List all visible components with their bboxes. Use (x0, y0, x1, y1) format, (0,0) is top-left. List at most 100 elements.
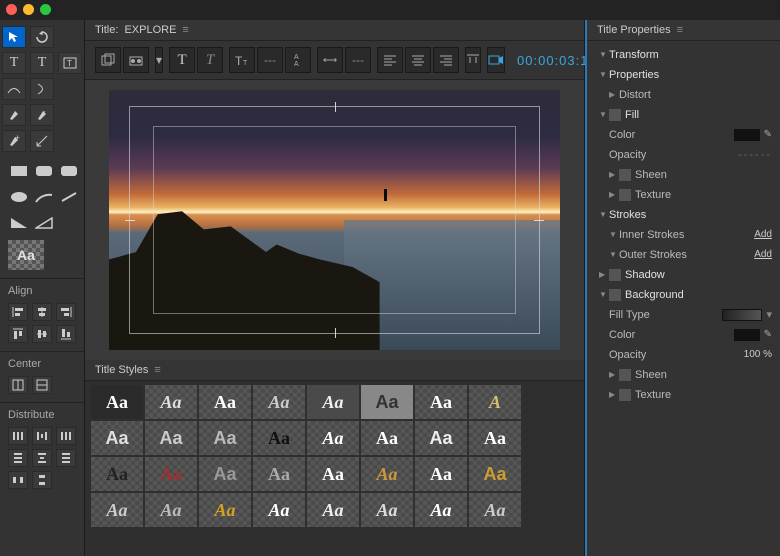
tracking-control[interactable]: --- (345, 47, 371, 73)
align-top[interactable] (8, 325, 28, 343)
twirl-icon[interactable]: ▶ (609, 187, 619, 203)
align-right[interactable] (56, 303, 76, 321)
prop-fill[interactable]: Fill (625, 107, 772, 123)
center-vertical[interactable] (32, 376, 52, 394)
align-left-button[interactable] (377, 47, 403, 73)
convert-anchor-tool[interactable] (30, 130, 54, 152)
title-style-swatch[interactable]: Aa (91, 457, 143, 491)
prop-bg-texture[interactable]: Texture (635, 387, 772, 403)
distribute-left[interactable] (8, 427, 28, 445)
distribute-hspacing[interactable] (8, 471, 28, 489)
title-style-swatch[interactable]: Aa (253, 421, 305, 455)
title-style-swatch[interactable]: Aa (253, 493, 305, 527)
fill-color-swatch[interactable] (734, 129, 760, 141)
center-horizontal[interactable] (8, 376, 28, 394)
clipped-rectangle-tool[interactable] (58, 162, 80, 180)
title-style-swatch[interactable]: Aa (469, 421, 521, 455)
vertical-path-type-tool[interactable] (30, 78, 54, 100)
prop-distort[interactable]: Distort (619, 87, 772, 103)
title-style-swatch[interactable]: Aa (91, 385, 143, 419)
zoom-window-icon[interactable] (40, 4, 51, 15)
prop-transform[interactable]: Transform (609, 47, 772, 63)
twirl-icon[interactable]: ▶ (599, 267, 609, 283)
title-style-swatch[interactable]: Aa (199, 493, 251, 527)
title-style-swatch[interactable]: Aa (469, 493, 521, 527)
leading-control[interactable]: AA (285, 47, 311, 73)
title-style-swatch[interactable]: Aa (361, 385, 413, 419)
title-style-swatch[interactable]: Aa (469, 457, 521, 491)
bg-color-swatch[interactable] (734, 329, 760, 341)
bg-texture-checkbox[interactable] (619, 389, 631, 401)
new-title-based-on-button[interactable] (95, 47, 121, 73)
twirl-icon[interactable]: ▼ (599, 207, 609, 223)
title-style-swatch[interactable]: Aa (145, 457, 197, 491)
add-anchor-tool[interactable]: + (2, 130, 26, 152)
prop-background[interactable]: Background (625, 287, 772, 303)
filltype-dropdown[interactable] (722, 309, 762, 321)
prop-texture[interactable]: Texture (635, 187, 772, 203)
title-style-swatch[interactable]: Aa (199, 385, 251, 419)
twirl-icon[interactable]: ▼ (599, 47, 609, 63)
twirl-icon[interactable]: ▼ (599, 107, 609, 123)
bg-sheen-checkbox[interactable] (619, 369, 631, 381)
panel-menu-icon[interactable]: ≡ (182, 24, 188, 36)
shadow-checkbox[interactable] (609, 269, 621, 281)
twirl-icon[interactable]: ▼ (609, 247, 619, 263)
area-type-tool[interactable]: T (58, 52, 82, 74)
title-style-swatch[interactable]: Aa (91, 493, 143, 527)
twirl-icon[interactable]: ▼ (599, 287, 609, 303)
twirl-icon[interactable]: ▶ (609, 87, 619, 103)
prop-properties[interactable]: Properties (609, 67, 772, 83)
prop-inner-strokes[interactable]: Inner Strokes (619, 227, 754, 243)
twirl-icon[interactable]: ▼ (599, 67, 609, 83)
tab-stops-button[interactable] (465, 47, 481, 73)
title-style-swatch[interactable]: Aa (91, 421, 143, 455)
eyedropper-icon[interactable]: ✎ (764, 327, 772, 343)
align-center-button[interactable] (405, 47, 431, 73)
distribute-vcenter[interactable] (32, 449, 52, 467)
align-bottom[interactable] (56, 325, 76, 343)
show-video-button[interactable] (487, 47, 505, 73)
twirl-icon[interactable]: ▶ (609, 387, 619, 403)
twirl-icon[interactable]: ▶ (609, 167, 619, 183)
rotation-tool[interactable] (30, 26, 54, 48)
align-right-button[interactable] (433, 47, 459, 73)
distribute-right[interactable] (56, 427, 76, 445)
selection-tool[interactable] (2, 26, 26, 48)
font-bold-button[interactable]: T (169, 47, 195, 73)
delete-anchor-tool[interactable]: - (30, 104, 54, 126)
title-style-swatch[interactable]: Aa (415, 457, 467, 491)
vertical-type-tool[interactable]: T (30, 52, 54, 74)
prop-outer-strokes[interactable]: Outer Strokes (619, 247, 754, 263)
title-style-swatch[interactable]: Aa (145, 421, 197, 455)
rectangle-tool[interactable] (8, 162, 30, 180)
font-size-control[interactable]: TT (229, 47, 255, 73)
title-style-swatch[interactable]: Aa (415, 421, 467, 455)
prop-shadow[interactable]: Shadow (625, 267, 772, 283)
prop-bg-sheen[interactable]: Sheen (635, 367, 772, 383)
underline-button[interactable]: --- (257, 47, 283, 73)
title-style-swatch[interactable]: Aa (307, 385, 359, 419)
bg-opacity-value[interactable]: 100 % (744, 347, 772, 363)
styles-panel-menu-icon[interactable]: ≡ (154, 364, 160, 376)
title-style-swatch[interactable]: Aa (415, 385, 467, 419)
line-tool[interactable] (58, 188, 80, 206)
align-vcenter[interactable] (32, 325, 52, 343)
triangle-tool[interactable] (33, 214, 55, 232)
font-italic-button[interactable]: T (197, 47, 223, 73)
arc-tool[interactable] (33, 188, 55, 206)
title-style-swatch[interactable]: Aa (199, 457, 251, 491)
dropdown-chevron-icon[interactable]: ▾ (766, 307, 772, 323)
title-preview-canvas[interactable] (109, 90, 560, 350)
close-window-icon[interactable] (6, 4, 17, 15)
title-style-swatch[interactable]: Aa (253, 457, 305, 491)
distribute-hcenter[interactable] (32, 427, 52, 445)
rounded-rectangle-tool[interactable] (33, 162, 55, 180)
twirl-icon[interactable]: ▼ (609, 227, 619, 243)
title-style-swatch[interactable]: Aa (199, 421, 251, 455)
props-panel-menu-icon[interactable]: ≡ (677, 24, 683, 36)
prop-sheen[interactable]: Sheen (635, 167, 772, 183)
ellipse-tool[interactable] (8, 188, 30, 206)
distribute-bottom[interactable] (56, 449, 76, 467)
add-inner-stroke-link[interactable]: Add (754, 227, 772, 243)
